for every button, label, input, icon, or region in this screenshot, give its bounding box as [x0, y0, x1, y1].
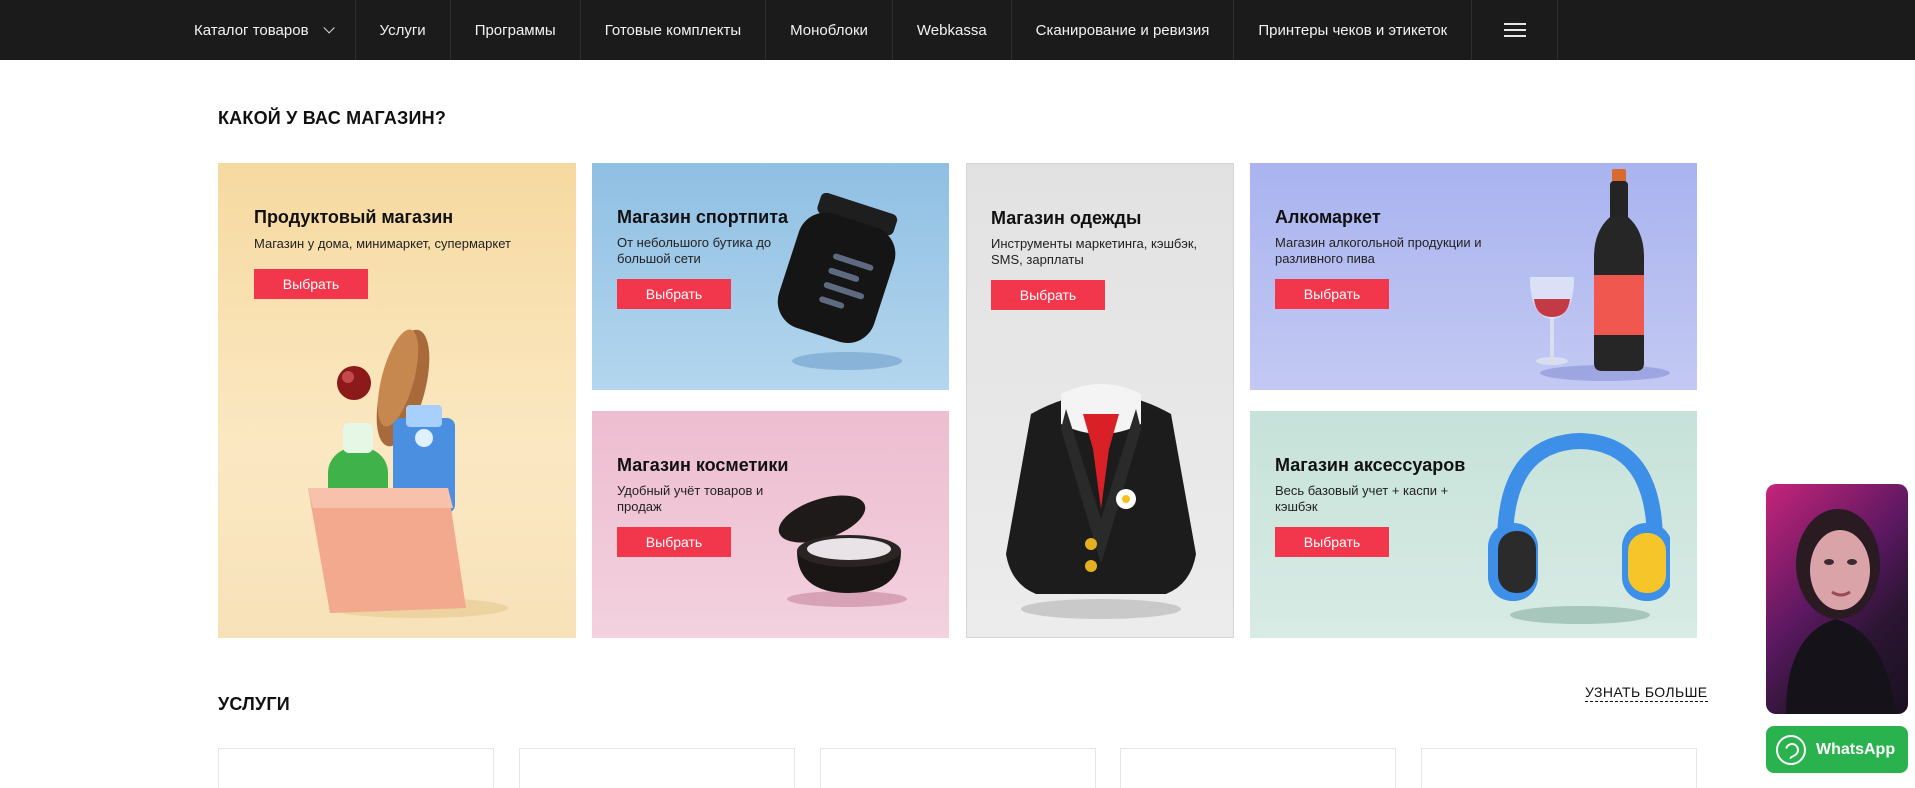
shop-card-cosmetics[interactable]: Магазин косметики Удобный учёт товаров и…	[592, 411, 949, 638]
card-title: Магазин одежды	[991, 208, 1142, 228]
nav-item-printers[interactable]: Принтеры чеков и этикеток	[1234, 0, 1473, 60]
nav-item-services[interactable]: Услуги	[356, 0, 451, 60]
shop-card-accessories[interactable]: Магазин аксессуаров Весь базовый учет + …	[1250, 411, 1697, 638]
nav-item-webkassa[interactable]: Webkassa	[893, 0, 1012, 60]
nav-item-programs[interactable]: Программы	[451, 0, 581, 60]
select-button[interactable]: Выбрать	[1275, 527, 1389, 557]
nav-item-label: Услуги	[379, 21, 426, 39]
whatsapp-label: WhatsApp	[1816, 740, 1896, 758]
select-button[interactable]: Выбрать	[617, 527, 731, 557]
card-description: Инструменты маркетинга, кэшбэк, SMS, зар…	[991, 236, 1198, 267]
service-card[interactable]	[820, 748, 1096, 788]
service-card[interactable]	[1120, 748, 1396, 788]
protein-jar-icon	[777, 193, 902, 370]
nav-item-label: Программы	[474, 21, 556, 39]
service-card[interactable]	[519, 748, 795, 788]
nav-item-label: Моноблоки	[790, 21, 868, 39]
card-title: Магазин косметики	[617, 455, 789, 475]
card-title: Магазин спортпита	[617, 207, 789, 227]
card-description: Весь базовый учет + каспи + кэшбэк	[1275, 483, 1449, 514]
video-consultant-widget[interactable]	[1766, 484, 1908, 714]
select-button[interactable]: Выбрать	[991, 280, 1105, 310]
select-button[interactable]: Выбрать	[254, 269, 368, 299]
whatsapp-button[interactable]: WhatsApp	[1766, 726, 1908, 773]
nav-item-label: Webkassa	[916, 21, 987, 39]
top-navigation: Каталог товаров Услуги Программы Готовые…	[0, 0, 1915, 60]
card-description: От небольшого бутика до большой сети	[617, 235, 772, 266]
shop-card-grocery[interactable]: Продуктовый магазин Магазин у дома, мини…	[218, 163, 576, 638]
nav-item-label: Каталог товаров	[194, 21, 309, 39]
grocery-bag-icon	[308, 329, 508, 618]
wine-bottle-icon	[1530, 169, 1670, 381]
section-title-shops: КАКОЙ У ВАС МАГАЗИН?	[218, 108, 447, 128]
nav-item-scanning[interactable]: Сканирование и ревизия	[1012, 0, 1235, 60]
nav-item-catalog[interactable]: Каталог товаров	[170, 0, 356, 60]
suit-jacket-icon	[1006, 384, 1196, 619]
shop-card-alcohol[interactable]: Алкомаркет Магазин алкогольной продукции…	[1250, 163, 1697, 390]
service-card[interactable]	[1421, 748, 1697, 788]
card-description: Магазин алкогольной продукции и разливно…	[1275, 235, 1482, 266]
select-button[interactable]: Выбрать	[1275, 279, 1389, 309]
nav-menu: Каталог товаров Услуги Программы Готовые…	[194, 0, 1559, 60]
card-title: Продуктовый магазин	[254, 207, 454, 227]
learn-more-link[interactable]: УЗНАТЬ БОЛЬШЕ	[1585, 684, 1708, 702]
headphones-icon	[1488, 432, 1670, 624]
card-title: Алкомаркет	[1275, 207, 1381, 227]
card-description: Магазин у дома, минимаркет, супермаркет	[254, 236, 511, 251]
card-title: Магазин аксессуаров	[1275, 455, 1466, 475]
nav-item-monoblocks[interactable]: Моноблоки	[766, 0, 893, 60]
section-title-services: УСЛУГИ	[218, 694, 290, 714]
nav-item-label: Готовые комплекты	[604, 21, 742, 39]
chevron-down-icon	[323, 22, 335, 34]
card-description: Удобный учёт товаров и продаж	[617, 483, 764, 514]
nav-item-label: Принтеры чеков и этикеток	[1258, 21, 1448, 39]
whatsapp-icon	[1776, 734, 1806, 765]
select-button[interactable]: Выбрать	[617, 279, 731, 309]
hamburger-icon[interactable]	[1472, 0, 1559, 60]
cosmetic-jar-icon	[778, 495, 907, 607]
shop-card-sport[interactable]: Магазин спортпита От небольшого бутика д…	[592, 163, 949, 390]
shop-card-clothing[interactable]: Магазин одежды Инструменты маркетинга, к…	[966, 163, 1234, 638]
nav-item-label: Сканирование и ревизия	[1035, 21, 1210, 39]
consultant-avatar	[1786, 509, 1896, 714]
nav-item-kits[interactable]: Готовые комплекты	[581, 0, 767, 60]
service-card[interactable]	[218, 748, 494, 788]
